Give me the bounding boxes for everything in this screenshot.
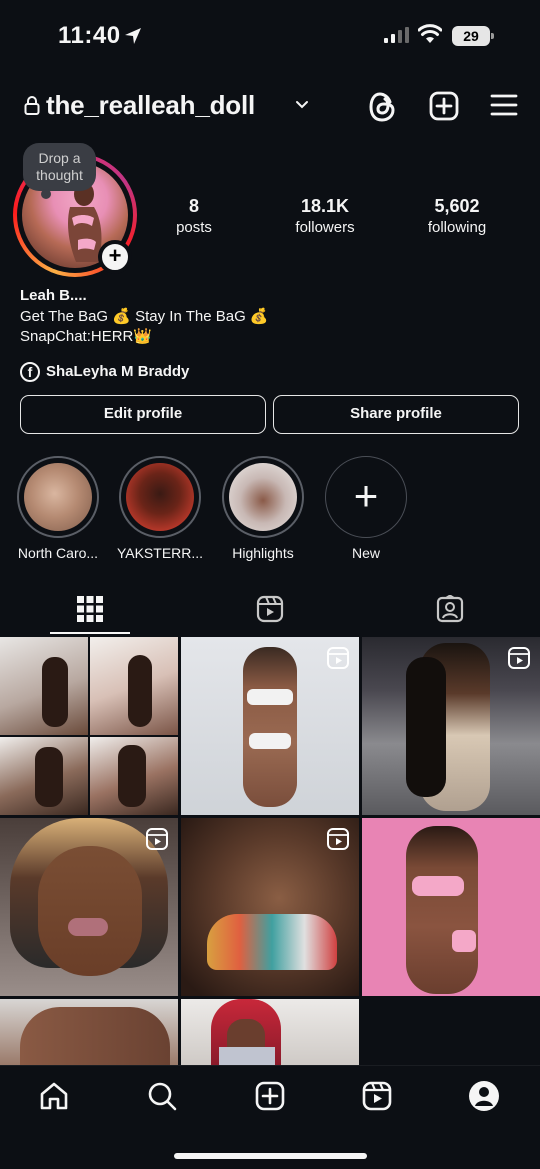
location-arrow-icon — [125, 28, 141, 44]
chevron-down-icon[interactable] — [295, 100, 309, 110]
hamburger-menu-icon[interactable] — [490, 93, 518, 117]
highlight-cover — [229, 463, 297, 531]
post-thumbnail[interactable] — [181, 999, 359, 1065]
home-indicator[interactable] — [174, 1153, 367, 1159]
post-thumbnail[interactable] — [0, 999, 178, 1065]
post-thumbnail[interactable] — [362, 818, 540, 996]
create-icon[interactable] — [254, 1080, 286, 1112]
highlight-label: New — [351, 545, 380, 561]
status-bar: 11:40 29 — [0, 0, 540, 72]
reel-badge-icon — [327, 828, 349, 850]
facebook-icon: f — [20, 362, 40, 382]
grid-icon — [77, 596, 103, 622]
wifi-icon — [418, 24, 442, 43]
posts-stat[interactable]: 8 posts — [164, 196, 224, 236]
edit-profile-button[interactable]: Edit profile — [20, 395, 266, 434]
posts-count: 8 — [188, 196, 199, 216]
facebook-link-label: ShaLeyha M Braddy — [46, 363, 190, 380]
search-icon[interactable] — [146, 1080, 178, 1112]
profile-icon[interactable] — [468, 1080, 500, 1112]
reel-badge-icon — [327, 647, 349, 669]
profile-username[interactable]: the_realleah_doll — [46, 90, 255, 121]
add-story-button[interactable]: + — [98, 240, 132, 274]
reels-icon — [256, 595, 284, 623]
followers-label: followers — [295, 219, 355, 236]
post-thumbnail[interactable] — [0, 637, 178, 815]
highlight-cover — [126, 463, 194, 531]
share-profile-button[interactable]: Share profile — [273, 395, 519, 434]
highlight-north-carolina[interactable]: North Caro... — [8, 456, 108, 561]
following-label: following — [427, 219, 487, 236]
followers-count: 18.1K — [300, 196, 350, 216]
home-icon[interactable] — [38, 1080, 70, 1112]
active-tab-indicator — [50, 632, 130, 634]
profile-tabs — [0, 585, 540, 635]
bio-text-line2: SnapChat:HERR👑 — [20, 328, 153, 345]
highlight-cover — [24, 463, 92, 531]
post-thumbnail[interactable] — [0, 818, 178, 996]
reel-badge-icon — [146, 828, 168, 850]
reels-icon[interactable] — [361, 1080, 393, 1112]
threads-icon[interactable] — [368, 91, 398, 123]
tab-tagged[interactable] — [360, 585, 540, 635]
followers-stat[interactable]: 18.1K followers — [280, 196, 370, 236]
tab-posts-grid[interactable] — [0, 585, 180, 635]
bio-text-line1: Get The BaG 💰 Stay In The BaG 💰 — [20, 308, 269, 325]
highlight-label: YAKSTERR... — [116, 545, 204, 561]
tab-reels[interactable] — [180, 585, 360, 635]
plus-icon: + — [325, 456, 407, 538]
new-highlight-button[interactable]: + New — [316, 456, 416, 561]
highlight-label: North Caro... — [17, 545, 99, 561]
battery-indicator: 29 — [452, 26, 494, 46]
highlight-highlights[interactable]: Highlights — [213, 456, 313, 561]
reel-badge-icon — [508, 647, 530, 669]
tagged-icon — [436, 595, 464, 623]
cellular-signal-icon — [384, 27, 409, 43]
highlight-label: Highlights — [232, 545, 294, 561]
posts-label: posts — [176, 219, 212, 236]
profile-header: the_realleah_doll — [0, 82, 540, 132]
status-time: 11:40 — [58, 22, 121, 49]
post-thumbnail[interactable] — [181, 818, 359, 996]
lock-icon — [24, 96, 40, 115]
create-post-icon[interactable] — [429, 91, 459, 121]
note-bubble[interactable]: Drop a thought — [23, 143, 96, 199]
post-thumbnail[interactable] — [181, 637, 359, 815]
following-count: 5,602 — [434, 196, 480, 216]
post-thumbnail[interactable] — [362, 637, 540, 815]
following-stat[interactable]: 5,602 following — [412, 196, 502, 236]
profile-display-name: Leah B.... — [20, 287, 87, 304]
highlight-yaksterr[interactable]: YAKSTERR... — [110, 456, 210, 561]
